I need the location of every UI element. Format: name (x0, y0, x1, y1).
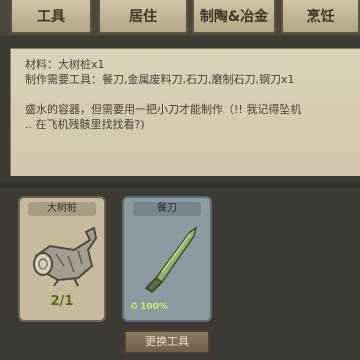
knife-icon (144, 226, 198, 293)
section-divider (0, 182, 360, 188)
durability-value: 100% (140, 302, 168, 312)
durability-icon: ♻ (130, 302, 139, 312)
description-line-1: 盛水的容器，但需要用一把小刀才能制作（!! 我记得坠机 (25, 103, 302, 116)
tool-requirement: 制作需要工具：餐刀,金属废料刀,石刀,磨制石刀,钢刀x1 (25, 73, 295, 86)
material-count: 2/1 (50, 294, 74, 309)
tab-cooking[interactable]: 烹饪 (281, 0, 360, 34)
tab-housing[interactable]: 居住 (98, 0, 188, 34)
durability-readout: ♻ 100% (130, 302, 168, 312)
tree-stump-icon (33, 226, 98, 287)
tool-card-title: 餐刀 (133, 202, 201, 216)
recipe-description-panel: 材料：大树桩x1 制作需要工具：餐刀,金属废料刀,石刀,磨制石刀,钢刀x1 盛水… (10, 48, 360, 176)
category-tab-bar: 工具 居住 制陶&冶金 烹饪 (0, 0, 360, 36)
material-card-title: 大树桩 (28, 202, 96, 216)
material-requirement: 材料：大树桩x1 (25, 58, 105, 71)
tool-card[interactable]: 餐刀 ♻ 100% (122, 196, 212, 322)
tab-tools[interactable]: 工具 (10, 0, 92, 34)
tab-pottery-metallurgy[interactable]: 制陶&冶金 (192, 0, 276, 34)
description-line-2: .. 在飞机残骸里找找看?) (25, 118, 145, 131)
swap-tool-button[interactable]: 更换工具 (124, 330, 210, 354)
material-card[interactable]: 大树桩 2/1 (18, 196, 106, 322)
